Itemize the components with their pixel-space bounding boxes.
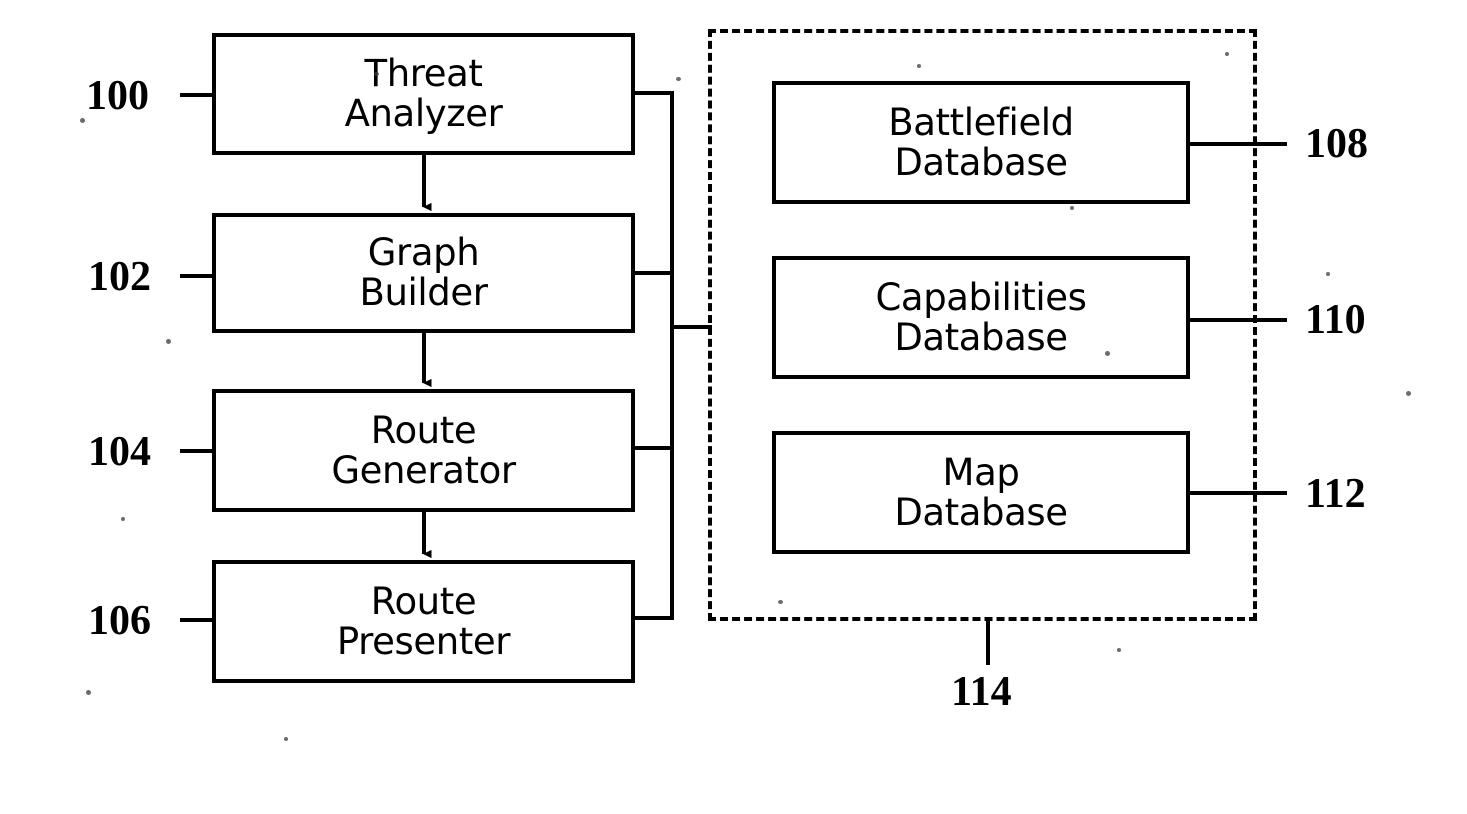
node-route-presenter[interactable]: Route Presenter <box>212 560 635 683</box>
ref-numeral-112: 112 <box>1305 471 1366 517</box>
node-label-line2: Database <box>894 315 1068 359</box>
scan-speck <box>80 118 85 123</box>
node-threat-analyzer[interactable]: Threat Analyzer <box>212 33 635 155</box>
node-label-line1: Map <box>942 450 1020 494</box>
node-label-line2: Analyzer <box>344 92 503 135</box>
scan-speck <box>284 737 288 741</box>
scan-speck <box>917 64 921 68</box>
scan-speck <box>1406 391 1411 396</box>
node-label-line1: Battlefield <box>888 100 1074 144</box>
ref-numeral-104: 104 <box>88 429 151 475</box>
node-label-line2: Database <box>894 490 1068 534</box>
scan-speck <box>1105 351 1110 356</box>
node-label-line2: Generator <box>331 448 516 492</box>
ref-numeral-106: 106 <box>88 598 151 644</box>
ref-numeral-100: 100 <box>86 73 149 119</box>
node-label-line1: Threat <box>364 52 483 96</box>
scan-speck <box>1070 206 1074 210</box>
ref-numeral-110: 110 <box>1305 297 1366 343</box>
node-graph-builder[interactable]: Graph Builder <box>212 213 635 333</box>
node-label-line2: Presenter <box>336 619 511 663</box>
scan-speck <box>374 72 379 76</box>
ref-numeral-102: 102 <box>88 254 151 300</box>
diagram-canvas: Threat Analyzer Graph Builder Route Gene… <box>0 0 1467 814</box>
node-route-generator[interactable]: Route Generator <box>212 389 635 512</box>
node-map-database[interactable]: Map Database <box>772 431 1190 554</box>
node-label-line2: Database <box>894 140 1068 184</box>
scan-speck <box>166 339 171 344</box>
scan-speck <box>1225 52 1229 56</box>
ref-numeral-108: 108 <box>1305 121 1368 167</box>
node-label-line1: Route <box>370 408 477 452</box>
node-battlefield-database[interactable]: Battlefield Database <box>772 81 1190 204</box>
scan-speck <box>1117 648 1121 652</box>
scan-speck <box>121 517 125 521</box>
node-label-line2: Builder <box>359 271 488 314</box>
node-label-line1: Route <box>370 579 477 623</box>
scan-speck <box>1326 272 1330 276</box>
node-label-line1: Capabilities <box>875 275 1087 319</box>
scan-speck <box>778 600 783 604</box>
scan-speck <box>676 77 681 81</box>
node-label-line1: Graph <box>367 231 480 275</box>
scan-speck <box>86 690 91 695</box>
node-capabilities-database[interactable]: Capabilities Database <box>772 256 1190 379</box>
ref-numeral-114: 114 <box>951 669 1012 715</box>
